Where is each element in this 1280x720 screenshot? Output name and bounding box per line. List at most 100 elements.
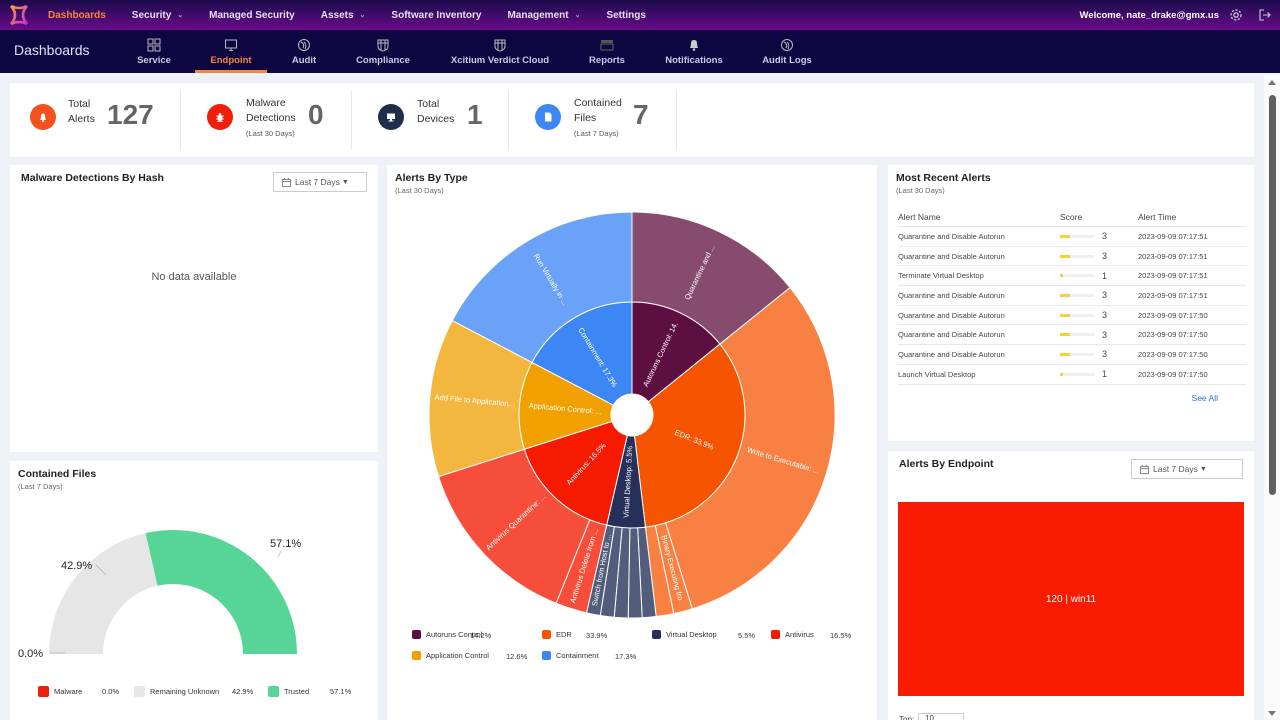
grid-icon	[147, 38, 161, 52]
subtab-endpoint[interactable]: Endpoint	[195, 30, 267, 73]
legend-item-antivirus[interactable]: Antivirus	[771, 630, 814, 639]
legend-item-application-control[interactable]: Application Control	[412, 651, 489, 660]
legend-item-containment[interactable]: Containment	[542, 651, 599, 660]
legend-swatch	[268, 686, 279, 697]
alert-score: 3	[1060, 251, 1138, 261]
legend-item-edr[interactable]: EDR	[542, 630, 572, 639]
column-header-alert-time[interactable]: Alert Time	[1138, 212, 1246, 222]
alert-time: 2023-09-09 07:17:50	[1138, 349, 1208, 359]
subtab-reports[interactable]: Reports	[574, 30, 640, 73]
topnav-item-label: Settings	[606, 9, 646, 21]
table-row[interactable]: Launch Virtual Desktop 1 2023-09-09 07:17:…	[898, 365, 1246, 385]
legend-item-malware[interactable]: Malware	[38, 686, 82, 697]
table-row[interactable]: Quarantine and Disable Autorun 3 2023-09-0…	[898, 286, 1246, 306]
subtab-service[interactable]: Service	[121, 30, 187, 73]
alert-name: Quarantine and Disable Autorun	[898, 330, 1005, 340]
legend-item-trusted[interactable]: Trusted	[268, 686, 309, 697]
stat-label-line1: Total	[417, 98, 440, 110]
table-row[interactable]: Quarantine and Disable Autorun 3 2023-09-0…	[898, 247, 1246, 267]
table-row[interactable]: Quarantine and Disable Autorun 3 2023-09-0…	[898, 325, 1246, 346]
legend-label: Remaining Unknown	[150, 687, 220, 696]
legend-swatch	[134, 686, 145, 697]
gauge-segment-remaining-unknown[interactable]	[49, 533, 158, 654]
gauge-data-label: 0.0%	[18, 648, 43, 660]
page-scrollbar[interactable]	[1264, 75, 1280, 720]
legend-item-remaining-unknown[interactable]: Remaining Unknown	[134, 686, 219, 697]
table-row[interactable]: Quarantine and Disable Autorun 3 2023-09-0…	[898, 345, 1246, 365]
topnav-item-label: Management	[507, 9, 569, 21]
legend-label: Application Control	[426, 651, 489, 660]
alert-time: 2023-09-09 07:17:50	[1138, 369, 1208, 379]
score-bar-fill	[1060, 372, 1064, 376]
subtab-audit-logs[interactable]: Audit Logs	[745, 30, 830, 73]
alerts-by-type-sunburst-chart: Autoruns Control: 14.EDR: 33.9%Virtual D…	[428, 211, 836, 619]
legend-value: 42.9%	[232, 687, 254, 696]
score-value: 3	[1102, 251, 1108, 262]
subtab-label: Compliance	[356, 55, 410, 66]
gauge-data-label: 57.1%	[270, 538, 301, 550]
alert-score: 3	[1060, 349, 1138, 359]
logout-icon[interactable]	[1259, 9, 1271, 21]
score-bar-fill	[1060, 352, 1071, 356]
date-range-dropdown[interactable]: Last 7 Days ▼	[1131, 459, 1243, 479]
stat-label: Malware Detections (Last 30 Days)	[246, 96, 296, 141]
subtab-compliance[interactable]: Compliance	[341, 30, 426, 73]
table-row[interactable]: Quarantine and Disable Autorun 3 2023-09-0…	[898, 227, 1246, 247]
subtab-audit[interactable]: Audit	[274, 30, 334, 73]
table-row[interactable]: Terminate Virtual Desktop 1 2023-09-09 07:…	[898, 266, 1246, 287]
audit-icon	[298, 39, 310, 51]
alerts-by-endpoint-card: Alerts By Endpoint Last 7 Days ▼ 120 | wi…	[888, 451, 1254, 720]
scroll-up-arrow-icon[interactable]	[1268, 80, 1276, 85]
score-bar	[1060, 274, 1094, 278]
recent-alerts-table: Alert Name Score Alert Time Quarantine a…	[898, 207, 1246, 385]
contained-files-gauge-chart: 0.0% 42.9% 57.1%	[18, 530, 301, 660]
subtab-notifications[interactable]: Notifications	[642, 30, 747, 73]
column-header-score[interactable]: Score	[1060, 212, 1138, 222]
topnav-item-security[interactable]: Security ⌄	[132, 10, 183, 21]
stat-value: 1	[467, 99, 483, 130]
topnav-item-management[interactable]: Management ⌄	[507, 10, 580, 21]
stat-value: 7	[633, 99, 649, 130]
alert-name: Quarantine and Disable Autorun	[898, 349, 1005, 359]
score-bar-fill	[1060, 293, 1071, 297]
heatmap-cell-win11[interactable]: 120 | win11	[898, 502, 1244, 696]
topnav-item-settings[interactable]: Settings	[606, 10, 645, 21]
welcome-user-text: Welcome, nate_drake@gmx.us	[1079, 9, 1219, 21]
stat-label: Total Alerts	[68, 97, 95, 127]
inbox-icon	[600, 40, 614, 51]
score-bar-fill	[1060, 234, 1071, 238]
alert-time: 2023-09-09 07:17:50	[1138, 330, 1208, 340]
alert-time: 2023-09-09 07:17:51	[1138, 251, 1208, 261]
score-bar	[1060, 372, 1094, 376]
heatmap-cell-label: 120 | win11	[1045, 593, 1097, 605]
divider	[351, 91, 352, 149]
xcitium-logo-icon[interactable]	[8, 4, 30, 26]
topnav-item-managed-security[interactable]: Managed Security	[209, 10, 295, 21]
date-range-dropdown[interactable]: Last 7 Days ▼	[273, 172, 367, 192]
legend-value: 14.2%	[470, 631, 492, 640]
gear-icon[interactable]	[1229, 8, 1243, 22]
bug-icon	[207, 104, 233, 130]
top-count-select[interactable]: 10	[918, 713, 964, 720]
score-bar-fill	[1060, 274, 1064, 278]
audit-icon	[781, 39, 793, 51]
scroll-down-arrow-icon[interactable]	[1268, 711, 1276, 716]
score-value: 3	[1102, 329, 1108, 340]
score-bar-fill	[1060, 313, 1071, 317]
topnav-item-software-inventory[interactable]: Software Inventory	[391, 10, 481, 21]
subtab-xcitium-verdict-cloud[interactable]: Xcitium Verdict Cloud	[422, 30, 579, 73]
legend-label: Containment	[556, 651, 599, 660]
top-navigation-bar: Dashboards Security ⌄ Managed Security Asset…	[0, 0, 1280, 30]
scrollbar-thumb[interactable]	[1269, 95, 1276, 495]
legend-item-virtual-desktop[interactable]: Virtual Desktop	[652, 630, 717, 639]
table-row[interactable]: Quarantine and Disable Autorun 3 2023-09-0…	[898, 306, 1246, 326]
topnav-item-assets[interactable]: Assets ⌄	[321, 10, 366, 21]
stat-label-line1: Total	[68, 98, 91, 110]
alert-score: 1	[1060, 369, 1138, 379]
calendar-icon	[282, 177, 291, 187]
column-header-alert-name[interactable]: Alert Name	[898, 212, 1060, 222]
topnav-item-dashboards[interactable]: Dashboards	[48, 10, 106, 21]
bell-icon	[30, 104, 56, 130]
topnav-item-label: Managed Security	[209, 9, 295, 21]
see-all-link[interactable]: See All	[1192, 393, 1218, 403]
